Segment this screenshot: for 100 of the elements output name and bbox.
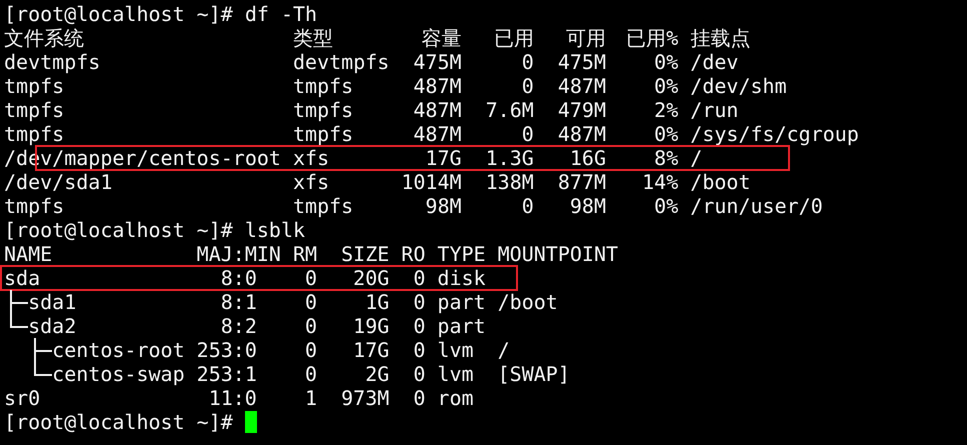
table-cell-text: 0 (520, 74, 534, 98)
table-cell: 1014M (401, 170, 462, 194)
table-cell-text: 1 (304, 386, 318, 410)
column-header: SIZE (340, 242, 390, 266)
table-cell-text: 138M (484, 170, 534, 194)
table-cell-text: tmpfs (292, 122, 354, 146)
table-cell-text: 0 (304, 266, 318, 290)
table-cell-text: 487M (412, 98, 462, 122)
table-cell: /run (690, 98, 738, 122)
table-cell-text: 0% (653, 50, 678, 74)
table-cell-text: 14% (641, 170, 678, 194)
table-cell-text: 253:1 (196, 362, 258, 386)
table-cell-text: 475M (412, 50, 462, 74)
table-cell: /boot (690, 170, 750, 194)
table-cell-text: 0% (653, 74, 678, 98)
table-cell-text: 0 (304, 290, 318, 314)
table-cell-text: 877M (556, 170, 606, 194)
table-cell-text: 2% (653, 98, 678, 122)
column-header: 类型 (292, 26, 334, 50)
table-cell-text: lvm (437, 362, 475, 386)
table-cell-text: lvm (437, 338, 475, 362)
table-cell-text: xfs (292, 146, 330, 170)
table-cell-text: 0 (520, 50, 534, 74)
table-cell: sr0 (4, 386, 40, 410)
table-cell-text: 8:1 (220, 290, 258, 314)
table-cell-text: 2G (364, 362, 390, 386)
table-cell-text: 8:2 (220, 314, 258, 338)
table-cell-text: 0 (520, 122, 534, 146)
table-cell-text: 20G (352, 266, 390, 290)
table-cell-text: 17G (424, 146, 462, 170)
table-cell-text: /dev/sda1 (4, 170, 114, 194)
command-line: [root@localhost ~]# lsblk (4, 218, 306, 242)
table-cell-text: 487M (556, 74, 606, 98)
table-cell-text: 0 (304, 314, 318, 338)
column-header: 容量 (420, 26, 462, 50)
table-cell: /dev/shm (690, 74, 787, 98)
table-cell-text: 0 (412, 314, 426, 338)
table-cell-text: 479M (556, 98, 606, 122)
table-cell-text: 0 (520, 194, 534, 218)
table-cell-text: 98M (424, 194, 462, 218)
table-cell: centos-swap (52, 362, 185, 386)
table-cell: / (498, 338, 510, 362)
table-cell-text: 1G (364, 290, 390, 314)
column-header: 挂载点 (690, 26, 750, 50)
table-cell-text: 0 (304, 362, 318, 386)
table-cell-text: 0% (653, 122, 678, 146)
table-cell-text: 7.6M (484, 98, 534, 122)
table-cell: /sys/fs/cgroup (690, 122, 859, 146)
table-cell-text: tmpfs (4, 122, 66, 146)
table-cell-text: 8% (653, 146, 678, 170)
table-cell-text: 253:0 (196, 338, 258, 362)
command-line: [root@localhost ~]# df -Th (4, 2, 318, 26)
table-cell-text: 11:0 (208, 386, 258, 410)
table-cell-text: rom (437, 386, 475, 410)
table-cell: sda (4, 266, 40, 290)
column-header: 可用 (565, 26, 606, 50)
column-header: 已用% (625, 26, 678, 50)
table-cell-text: 0 (412, 290, 426, 314)
column-header: RO (400, 242, 426, 266)
column-header: 文件系统 (4, 26, 85, 50)
table-cell-text: 8:0 (220, 266, 258, 290)
table-cell: sda2 (28, 314, 76, 338)
table-cell-text: 0 (304, 338, 318, 362)
table-cell-text: part (437, 314, 487, 338)
table-cell: centos-root (52, 338, 185, 362)
column-header: MOUNTPOINT (498, 242, 618, 266)
table-cell-text: 487M (556, 122, 606, 146)
table-cell-text: 0 (412, 362, 426, 386)
table-cell-text: 0 (412, 266, 426, 290)
table-cell: sda1 (28, 290, 76, 314)
table-cell-text: disk (437, 266, 487, 290)
table-cell-text: 487M (412, 74, 462, 98)
table-cell-text: 475M (556, 50, 606, 74)
table-cell-text: 0 (412, 338, 426, 362)
table-cell-text: tmpfs (292, 74, 354, 98)
table-cell: /dev (690, 50, 738, 74)
table-cell-text: part (437, 290, 487, 314)
table-cell-text: 487M (412, 122, 462, 146)
table-cell-text: 1.3G (484, 146, 534, 170)
command-line: [root@localhost ~]# (4, 410, 233, 434)
table-cell-text: tmpfs (292, 194, 354, 218)
table-cell-text: 98M (568, 194, 606, 218)
table-cell-text: xfs (292, 170, 330, 194)
table-cell-text: devtmpfs (292, 50, 390, 74)
column-header: RM (292, 242, 318, 266)
table-cell-text: 973M (340, 386, 390, 410)
column-header: MAJ:MIN (196, 242, 281, 266)
table-cell: [SWAP] (498, 362, 570, 386)
table-cell-text: 17G (352, 338, 390, 362)
table-cell-text: 16G (568, 146, 606, 170)
table-cell: / (690, 146, 702, 170)
table-cell: /run/user/0 (690, 194, 823, 218)
table-cell-text: 0 (412, 386, 426, 410)
table-cell-text: tmpfs (4, 194, 66, 218)
table-cell-text: devtmpfs (4, 50, 102, 74)
table-cell-text: 0% (653, 194, 678, 218)
table-cell-text: 19G (352, 314, 390, 338)
table-cell: /boot (498, 290, 558, 314)
column-header: 已用 (492, 26, 534, 50)
table-cell-text: tmpfs (4, 98, 66, 122)
